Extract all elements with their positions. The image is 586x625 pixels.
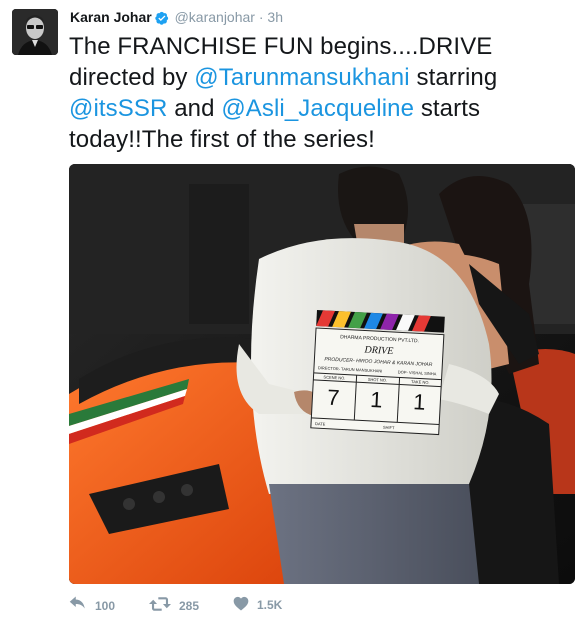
reply-button[interactable]: 100 bbox=[69, 596, 115, 615]
reply-count: 100 bbox=[95, 598, 116, 613]
mention-link[interactable]: @Tarunmansukhani bbox=[194, 64, 409, 91]
author-handle[interactable]: @karanjohar bbox=[175, 9, 255, 25]
media-photo: DHARMA PRODUCTION PVT.LTD. DRIVE PRODUCE… bbox=[69, 164, 575, 584]
tweet-text: The FRANCHISE FUN begins....DRIVE direct… bbox=[69, 31, 575, 155]
clap-scene: 7 bbox=[327, 385, 341, 411]
like-count: 1.5K bbox=[257, 598, 283, 612]
retweet-count: 285 bbox=[179, 598, 200, 613]
retweet-button[interactable]: 285 bbox=[149, 596, 199, 615]
author-name[interactable]: Karan Johar bbox=[70, 9, 152, 25]
verified-badge-icon bbox=[154, 11, 169, 29]
clap-shot: 1 bbox=[370, 387, 384, 413]
clap-date: DATE bbox=[315, 421, 326, 427]
mention-link[interactable]: @Asli_Jacqueline bbox=[221, 95, 414, 122]
clapboard: DHARMA PRODUCTION PVT.LTD. DRIVE PRODUCE… bbox=[310, 310, 445, 436]
tweet-header: Karan Johar @karanjohar · 3h bbox=[70, 8, 283, 29]
like-icon bbox=[233, 596, 257, 614]
clap-col-take: TAKE NO. bbox=[411, 379, 430, 385]
mention-link[interactable]: @itsSSR bbox=[69, 95, 167, 122]
clap-shift: SHIFT bbox=[383, 425, 395, 431]
timestamp[interactable]: 3h bbox=[267, 9, 283, 25]
reply-icon bbox=[69, 596, 95, 615]
tweet-media[interactable]: DHARMA PRODUCTION PVT.LTD. DRIVE PRODUCE… bbox=[69, 164, 575, 584]
clap-title: DRIVE bbox=[363, 344, 393, 357]
avatar-image bbox=[12, 9, 58, 55]
clap-col-shot: SHOT NO. bbox=[368, 377, 388, 383]
avatar[interactable] bbox=[12, 9, 58, 55]
tweet-text-segment: starring bbox=[409, 64, 498, 91]
retweet-icon bbox=[149, 596, 179, 615]
like-button[interactable]: 1.5K bbox=[233, 596, 282, 614]
separator: · bbox=[258, 9, 264, 25]
clap-take: 1 bbox=[413, 389, 427, 415]
tweet-text-segment: and bbox=[167, 95, 222, 122]
